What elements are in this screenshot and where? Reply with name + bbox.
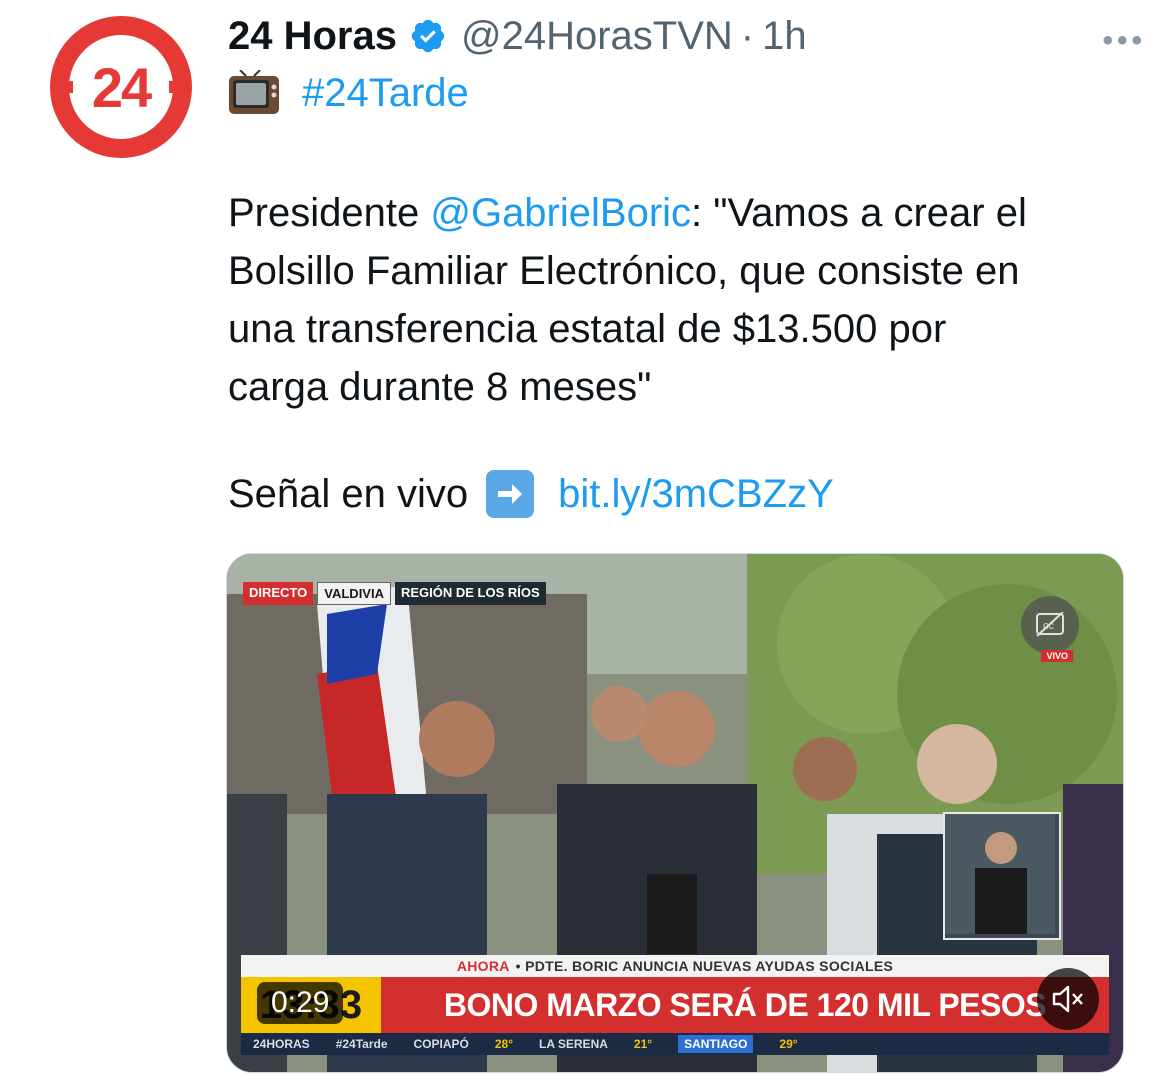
avatar[interactable]: 24 <box>50 16 192 158</box>
mute-icon[interactable] <box>1037 968 1099 1030</box>
ticker-temp: 21° <box>633 1037 653 1051</box>
city-tag: VALDIVIA <box>317 582 391 605</box>
sign-language-interpreter-inset <box>943 812 1061 940</box>
timestamp[interactable]: 1h <box>762 14 807 59</box>
verified-badge-icon <box>411 19 445 53</box>
avatar-logo-text: 24 <box>91 55 152 119</box>
signal-link[interactable]: bit.ly/3mCBZzY <box>558 472 834 517</box>
tweet-text-line-1: Presidente @GabrielBoric: "Vamos a crear… <box>228 184 1148 242</box>
text-segment: : "Vamos a crear el <box>691 191 1027 235</box>
ticker-hashtag: #24Tarde <box>335 1037 388 1051</box>
television-icon <box>229 70 279 114</box>
hashtag-line: #24Tarde <box>228 70 469 116</box>
right-arrow-icon <box>486 470 535 518</box>
ahora-text: • PDTE. BORIC ANUNCIA NUEVAS AYUDAS SOCI… <box>515 958 894 974</box>
tweet-text: Presidente @GabrielBoric: "Vamos a crear… <box>228 184 1148 416</box>
region-tag: REGIÓN DE LOS RÍOS <box>394 582 546 605</box>
hashtag-link[interactable]: #24Tarde <box>302 71 469 116</box>
tweet-header: 24 Horas @24HorasTVN · 1h <box>228 10 807 62</box>
ahora-bar: AHORA • PDTE. BORIC ANUNCIA NUEVAS AYUDA… <box>241 955 1109 977</box>
ahora-label: AHORA <box>456 958 510 974</box>
tweet-text-line-4: carga durante 8 meses" <box>228 365 652 409</box>
ticker-temp: 29° <box>779 1037 798 1051</box>
more-options-icon[interactable]: ••• <box>1102 24 1146 58</box>
ticker-temp: 28° <box>494 1037 513 1051</box>
headline-bar: 13:33 BONO MARZO SERÁ DE 120 MIL PESOS <box>241 977 1109 1033</box>
handle[interactable]: @24HorasTVN <box>461 14 733 59</box>
video-duration: 0:29 <box>257 982 344 1024</box>
tweet-text-line-3: una transferencia estatal de $13.500 por <box>228 307 947 351</box>
display-name[interactable]: 24 Horas <box>228 14 397 59</box>
live-signal-line: Señal en vivo bit.ly/3mCBZzY <box>228 470 834 518</box>
location-tags: DIRECTO VALDIVIA REGIÓN DE LOS RÍOS <box>243 582 546 605</box>
ticker-city: SANTIAGO <box>678 1035 754 1053</box>
headline-text: BONO MARZO SERÁ DE 120 MIL PESOS <box>443 986 1047 1023</box>
directo-tag: DIRECTO <box>243 582 314 605</box>
signal-label: Señal en vivo <box>228 471 469 516</box>
vivo-badge: VIVO <box>1041 650 1073 662</box>
tweet-text-line-2: Bolsillo Familiar Electrónico, que consi… <box>228 249 1020 293</box>
news-lower-third: AHORA • PDTE. BORIC ANUNCIA NUEVAS AYUDA… <box>241 955 1109 1067</box>
weather-ticker: 24HORAS #24Tarde COPIAPÓ 28° LA SERENA 2… <box>241 1033 1109 1055</box>
separator-dot: · <box>740 13 755 58</box>
text-segment: Presidente <box>228 191 431 235</box>
ticker-city: COPIAPÓ <box>413 1037 469 1051</box>
video-player[interactable]: DIRECTO VALDIVIA REGIÓN DE LOS RÍOS cc V… <box>226 553 1124 1073</box>
mention-link[interactable]: @GabrielBoric <box>430 191 691 235</box>
ticker-city: LA SERENA <box>539 1037 608 1051</box>
ticker-brand: 24HORAS <box>253 1037 310 1051</box>
avatar-logo-ring: 24 <box>61 35 181 139</box>
closed-captions-icon[interactable]: cc <box>1021 596 1079 654</box>
